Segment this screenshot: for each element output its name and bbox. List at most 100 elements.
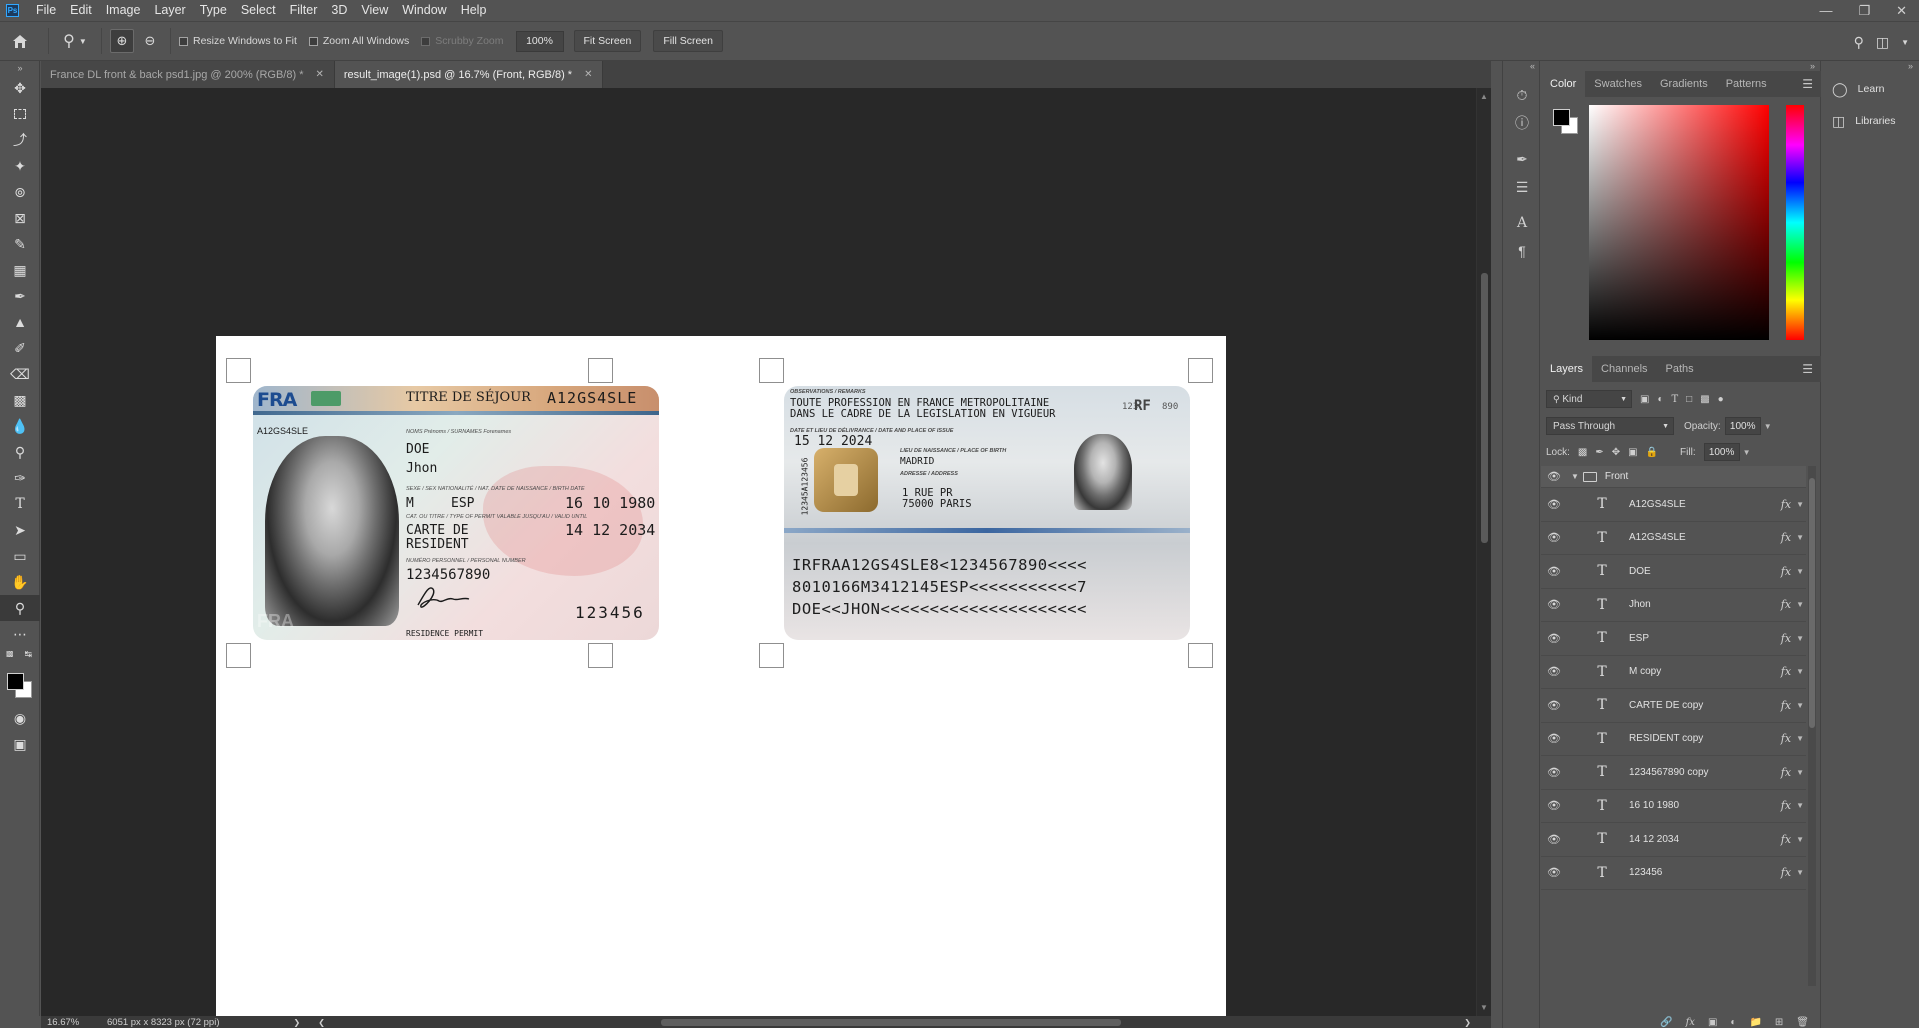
filter-toggle-icon[interactable]: ●: [1718, 394, 1724, 405]
fx-icon[interactable]: fx: [1781, 766, 1791, 779]
brush-settings-icon[interactable]: ✒: [1503, 145, 1541, 173]
shape-filter-icon[interactable]: □: [1686, 394, 1692, 405]
scrollbar-thumb[interactable]: [1481, 273, 1488, 543]
fx-icon[interactable]: fx: [1781, 732, 1791, 745]
layers-scrollbar[interactable]: [1808, 466, 1816, 986]
document-tab-active[interactable]: result_image(1).psd @ 16.7% (Front, RGB/…: [334, 61, 604, 88]
info-icon[interactable]: ⓘ: [1503, 109, 1541, 137]
zoom-out-icon[interactable]: ⊖: [138, 29, 162, 53]
brush-tool-icon[interactable]: ✒: [0, 283, 40, 309]
fit-screen-button[interactable]: Fit Screen: [573, 30, 642, 52]
gradient-tool-icon[interactable]: ▩: [0, 387, 40, 413]
scroll-left-icon[interactable]: ❮: [318, 1018, 325, 1027]
swap-colors-icon[interactable]: ↹: [24, 649, 32, 660]
close-icon[interactable]: ✕: [1896, 3, 1907, 19]
fx-icon[interactable]: fx: [1781, 699, 1791, 712]
new-adjustment-icon[interactable]: ◐: [1730, 1017, 1736, 1028]
tab-color[interactable]: Color: [1541, 71, 1586, 97]
layer-row[interactable]: 👁 T M copy fx ▼: [1541, 656, 1806, 689]
chevron-down-icon[interactable]: ▼: [1796, 768, 1804, 777]
resize-windows-checkbox[interactable]: Resize Windows to Fit: [179, 35, 297, 47]
hue-slider[interactable]: [1786, 105, 1804, 340]
adjustment-filter-icon[interactable]: ◐: [1657, 394, 1663, 405]
chevron-down-icon[interactable]: ▼: [1796, 500, 1804, 509]
frame-tool-icon[interactable]: ⊠: [0, 205, 40, 231]
link-layers-icon[interactable]: 🔗: [1660, 1017, 1672, 1028]
chevron-down-icon[interactable]: ▼: [1764, 422, 1772, 431]
chevron-down-icon[interactable]: ▼: [1796, 600, 1804, 609]
layer-row[interactable]: 👁 T 14 12 2034 fx ▼: [1541, 823, 1806, 857]
visibility-eye-icon[interactable]: 👁: [1541, 531, 1567, 544]
visibility-eye-icon[interactable]: 👁: [1541, 866, 1567, 879]
eyedropper-tool-icon[interactable]: ✎: [0, 231, 40, 257]
menu-image[interactable]: Image: [99, 0, 148, 21]
transform-handle[interactable]: [226, 643, 251, 668]
pen-tool-icon[interactable]: ✑: [0, 465, 40, 491]
panel-menu-icon[interactable]: ☰: [1802, 77, 1813, 91]
zoom-all-windows-checkbox[interactable]: Zoom All Windows: [308, 35, 409, 47]
history-icon[interactable]: ⏱: [1503, 81, 1541, 109]
lock-transparent-icon[interactable]: ▩: [1578, 447, 1587, 458]
zoom-in-icon[interactable]: ⊕: [110, 29, 134, 53]
lock-image-icon[interactable]: ✒: [1595, 447, 1603, 458]
hand-tool-icon[interactable]: ✋: [0, 569, 40, 595]
home-icon[interactable]: [0, 34, 40, 49]
tab-gradients[interactable]: Gradients: [1651, 71, 1717, 97]
marquee-tool-icon[interactable]: [0, 101, 40, 127]
rectangle-tool-icon[interactable]: ▭: [0, 543, 40, 569]
blend-mode-select[interactable]: Pass Through ▼: [1546, 417, 1674, 435]
menu-window[interactable]: Window: [395, 0, 453, 21]
layer-row[interactable]: 👁 T DOE fx ▼: [1541, 555, 1806, 589]
visibility-eye-icon[interactable]: 👁: [1541, 833, 1567, 846]
scroll-right-icon[interactable]: ❯: [1464, 1018, 1471, 1027]
zoom-tool-icon[interactable]: ⚲: [0, 595, 40, 621]
transform-handle[interactable]: [588, 643, 613, 668]
kind-filter-select[interactable]: ⚲ Kind ▼: [1546, 390, 1632, 408]
chevron-down-icon[interactable]: ▼: [1796, 734, 1804, 743]
scroll-down-icon[interactable]: ▼: [1480, 1003, 1488, 1012]
default-colors-icon[interactable]: ▩: [6, 649, 14, 658]
visibility-eye-icon[interactable]: 👁: [1541, 732, 1567, 745]
foreground-color-swatch[interactable]: [7, 673, 24, 690]
color-picker-field[interactable]: [1589, 105, 1769, 340]
screen-mode-icon[interactable]: ▣: [0, 731, 40, 757]
zoom-percent-field[interactable]: 100%: [515, 30, 564, 52]
vertical-scrollbar[interactable]: ▲ ▼: [1476, 88, 1491, 1016]
visibility-eye-icon[interactable]: 👁: [1541, 766, 1567, 779]
collapse-panels-icon[interactable]: »: [1822, 61, 1919, 73]
close-icon[interactable]: ✕: [584, 69, 592, 80]
fx-icon[interactable]: fx: [1781, 565, 1791, 578]
paragraph-icon[interactable]: ¶: [1503, 237, 1541, 265]
chevron-down-icon[interactable]: ▼: [1796, 567, 1804, 576]
chevron-down-icon[interactable]: ▼: [1796, 868, 1804, 877]
chevron-down-icon[interactable]: ▼: [1743, 448, 1751, 457]
layer-row[interactable]: 👁 T 1234567890 copy fx ▼: [1541, 756, 1806, 790]
checkbox-box[interactable]: [179, 36, 188, 46]
transform-handle[interactable]: [1188, 358, 1213, 383]
visibility-eye-icon[interactable]: 👁: [1541, 470, 1567, 483]
chevron-down-icon[interactable]: ▼: [1796, 801, 1804, 810]
status-menu-icon[interactable]: ❯: [294, 1018, 301, 1027]
transform-handle[interactable]: [226, 358, 251, 383]
move-tool-icon[interactable]: ✥: [0, 75, 40, 101]
chevron-down-icon[interactable]: ▼: [1796, 701, 1804, 710]
fx-icon[interactable]: fx: [1781, 598, 1791, 611]
visibility-eye-icon[interactable]: 👁: [1541, 699, 1567, 712]
chevron-down-icon[interactable]: ▼: [1796, 667, 1804, 676]
lock-position-icon[interactable]: ✥: [1612, 447, 1620, 458]
layer-row[interactable]: 👁 T 123456 fx ▼: [1541, 857, 1806, 890]
layer-row[interactable]: 👁 T A12GS4SLE fx ▼: [1541, 488, 1806, 522]
horizontal-scrollbar-thumb[interactable]: [661, 1019, 1121, 1026]
type-filter-icon[interactable]: T: [1672, 394, 1679, 405]
transform-handle[interactable]: [759, 643, 784, 668]
type-tool-icon[interactable]: T: [0, 491, 40, 517]
collapse-toolbar-icon[interactable]: »: [0, 61, 40, 75]
minimize-icon[interactable]: —: [1819, 3, 1832, 18]
libraries-button[interactable]: ◫ Libraries: [1822, 105, 1919, 137]
menu-filter[interactable]: Filter: [283, 0, 325, 21]
smart-object-filter-icon[interactable]: ▩: [1700, 394, 1709, 405]
search-icon[interactable]: ⚲: [1854, 34, 1864, 51]
lock-all-icon[interactable]: 🔒: [1646, 447, 1658, 458]
adjustments-icon[interactable]: ☰: [1503, 173, 1541, 201]
visibility-eye-icon[interactable]: 👁: [1541, 799, 1567, 812]
